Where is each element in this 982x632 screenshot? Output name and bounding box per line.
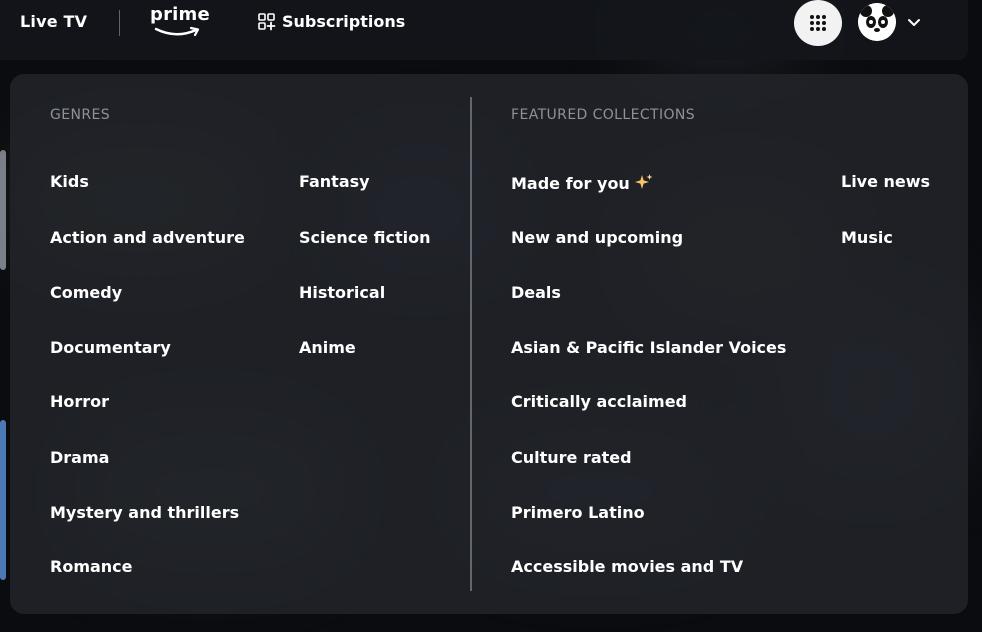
prime-logo-text: prime [150,4,210,25]
featured-link[interactable]: New and upcoming [511,228,683,248]
sparkle-icon [634,174,653,189]
genre-link[interactable]: Historical [299,283,385,303]
featured-link[interactable]: Critically acclaimed [511,392,687,412]
featured-link[interactable]: Live news [841,172,930,192]
prime-logo[interactable]: prime [150,4,210,40]
grid-dots-icon [810,15,826,31]
featured-link[interactable]: Accessible movies and TV [511,557,743,577]
panda-avatar-icon [858,3,896,41]
prime-smile-icon [154,26,200,37]
background-poster-edge [0,150,6,270]
genre-link[interactable]: Horror [50,392,109,412]
top-navigation: Live TV prime Subscriptions [0,0,968,60]
profile-avatar[interactable] [858,3,896,41]
featured-link[interactable]: Deals [511,283,561,303]
genre-link[interactable]: Documentary [50,338,171,358]
apps-menu-button[interactable] [794,0,842,46]
menu-column-divider [470,97,472,591]
background-poster-edge [0,420,6,580]
featured-link-label: Made for you [511,174,630,193]
subscriptions-icon [258,12,276,30]
genre-link[interactable]: Fantasy [299,172,370,192]
genre-link[interactable]: Mystery and thrillers [50,503,239,523]
genre-link[interactable]: Action and adventure [50,228,245,248]
featured-link[interactable]: Culture rated [511,448,632,468]
featured-link[interactable]: Primero Latino [511,503,645,523]
subscriptions-label: Subscriptions [282,12,406,31]
genres-heading: GENRES [50,107,111,123]
app-window: Live TV prime Subscriptions GENRES FEATU… [0,0,982,632]
featured-collections-heading: FEATURED COLLECTIONS [511,107,696,123]
genre-link[interactable]: Drama [50,448,109,468]
chevron-down-icon[interactable] [906,14,922,30]
nav-live-tv[interactable]: Live TV [20,12,87,31]
featured-link-made-for-you[interactable]: Made for you [511,173,654,194]
genre-link[interactable]: Kids [50,172,89,192]
nav-divider [119,10,120,36]
featured-link[interactable]: Music [841,228,893,248]
subscriptions-link[interactable]: Subscriptions [258,12,405,31]
genre-link[interactable]: Science fiction [299,228,431,248]
genre-link[interactable]: Romance [50,557,133,577]
categories-menu-panel: GENRES FEATURED COLLECTIONS Kids Action … [10,74,968,614]
featured-link[interactable]: Asian & Pacific Islander Voices [511,338,786,358]
genre-link[interactable]: Anime [299,338,356,358]
genre-link[interactable]: Comedy [50,283,122,303]
